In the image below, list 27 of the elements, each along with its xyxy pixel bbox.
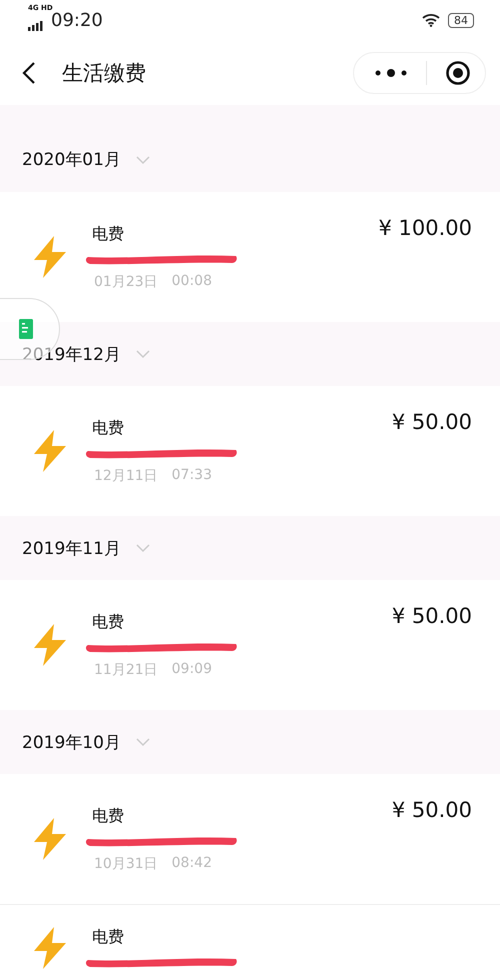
month-label: 2020年01月 (22, 149, 121, 171)
bill-time: 09:09 (172, 660, 212, 678)
bill-row[interactable]: 电费 11月21日 09:09 ¥ 50.00 (0, 580, 500, 710)
bill-amount: ¥ 50.00 (392, 604, 472, 628)
bill-row[interactable]: 电费 10月31日 08:42 ¥ 50.00 (0, 774, 500, 904)
bill-title: 电费 (92, 927, 125, 948)
bill-row[interactable]: 电费 01月23日 00:08 ¥ 100.00 (0, 192, 500, 322)
bill-time: 08:42 (172, 854, 212, 872)
month-label: 2019年10月 (22, 732, 121, 754)
bill-time: 00:08 (172, 272, 212, 290)
bill-title: 电费 (92, 806, 125, 826)
bill-row[interactable]: 电费 12月11日 07:33 ¥ 50.00 (0, 386, 500, 516)
clock-time: 09:20 (51, 10, 103, 30)
bill-title: 电费 (92, 418, 125, 438)
bill-date: 11月21日 (94, 660, 158, 678)
bill-date: 01月23日 (94, 272, 158, 290)
page-title: 生活缴费 (62, 60, 147, 86)
bill-title: 电费 (92, 224, 125, 244)
bill-amount: ¥ 100.00 (378, 216, 472, 240)
bill-amount: ¥ 50.00 (392, 798, 472, 822)
month-label: 2019年11月 (22, 538, 121, 560)
bill-date: 10月31日 (94, 854, 158, 872)
bill-amount: ¥ 50.00 (392, 410, 472, 434)
bill-date: 12月11日 (94, 466, 158, 484)
bill-title: 电费 (92, 612, 125, 632)
bill-time: 07:33 (172, 466, 212, 484)
battery-level: 84 (448, 12, 474, 28)
